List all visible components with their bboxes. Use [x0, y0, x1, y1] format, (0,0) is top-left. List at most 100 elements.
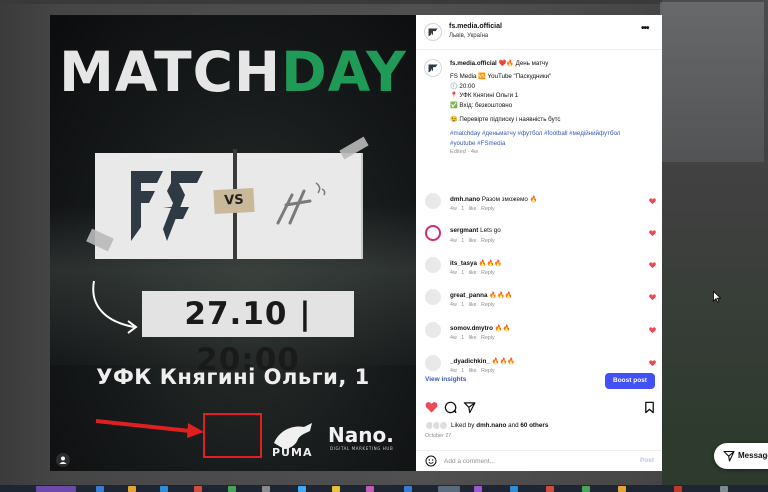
taskbar-app-icon[interactable] — [404, 486, 412, 492]
puma-wordmark: PUMA — [272, 446, 313, 459]
comment-avatar[interactable] — [425, 355, 441, 371]
taskbar-app-icon[interactable] — [674, 486, 682, 492]
comment-age: 4w — [450, 368, 457, 374]
comment-likes[interactable]: 1 like — [461, 335, 476, 341]
comment-avatar[interactable] — [425, 257, 441, 273]
share-icon[interactable] — [463, 401, 476, 414]
header-location[interactable]: Львів, Україна — [449, 33, 488, 39]
likes-prefix: Liked by — [451, 422, 475, 429]
messages-icon — [723, 450, 735, 462]
comment-input[interactable] — [444, 455, 624, 467]
comment-item: dmh.nano Разом зможемо 🔥 4w 1 like Reply — [416, 193, 662, 223]
post-header: fs.media.official Львів, Україна ••• — [416, 15, 662, 50]
taskbar-app-icon[interactable] — [582, 486, 590, 492]
taskbar-app-icon[interactable] — [720, 486, 728, 492]
likes-middle: and — [508, 422, 519, 429]
post-comment-button[interactable]: Post — [640, 457, 654, 464]
header-avatar[interactable] — [424, 23, 442, 41]
caption-edited: Edited · 4w — [450, 149, 478, 156]
caption-line: ✅ Вхід: безкоштовно — [450, 101, 513, 109]
likes-others[interactable]: 60 others — [520, 422, 548, 429]
comment-likes[interactable]: 1 like — [461, 302, 476, 308]
comment-avatar[interactable] — [425, 225, 441, 241]
caption-username[interactable]: fs.media.official — [450, 60, 497, 67]
comment-username[interactable]: dmh.nano — [450, 196, 480, 203]
comment-reply[interactable]: Reply — [481, 302, 495, 308]
date-banner: 27.10 | 20:00 — [142, 291, 354, 378]
comment-heart-icon[interactable] — [649, 360, 656, 367]
taskbar-app-icon[interactable] — [510, 486, 518, 492]
comment-username[interactable]: its_tasya — [450, 260, 477, 267]
view-insights-link[interactable]: View insights — [425, 376, 466, 383]
taskbar-app-icon[interactable] — [96, 486, 104, 492]
comment-username[interactable]: sergmant — [450, 227, 478, 234]
comment-age: 4w — [450, 206, 457, 212]
comment-heart-icon[interactable] — [649, 262, 656, 269]
comment-heart-icon[interactable] — [649, 198, 656, 205]
venue-text: УФК Княгині Ольги, 1 — [96, 365, 370, 389]
taskbar-app-icon[interactable] — [36, 486, 76, 492]
comment-item: great_panna 🔥🔥🔥 4w 1 like Reply — [416, 289, 662, 319]
comment-heart-icon[interactable] — [649, 327, 656, 334]
red-highlight-box — [203, 413, 262, 458]
comment-heart-icon[interactable] — [649, 294, 656, 301]
taskbar-app-icon[interactable] — [474, 486, 482, 492]
caption-line: 😉 Перевірте підписку і наявність бутс — [450, 116, 561, 124]
comment-icon[interactable] — [444, 401, 457, 414]
comment-reply[interactable]: Reply — [481, 238, 495, 244]
taskbar-app-icon[interactable] — [194, 486, 202, 492]
taskbar-app-icon[interactable] — [262, 486, 270, 492]
comment-age: 4w — [450, 335, 457, 341]
taskbar-app-icon[interactable] — [128, 486, 136, 492]
taskbar-app-icon[interactable] — [298, 486, 306, 492]
add-comment-bar: Post — [416, 450, 662, 471]
taskbar-app-icon[interactable] — [366, 486, 374, 492]
comment-avatar[interactable] — [425, 289, 441, 305]
comment-reply[interactable]: Reply — [481, 335, 495, 341]
comment-likes[interactable]: 1 like — [461, 206, 476, 212]
backdrop-top-strip — [0, 0, 768, 4]
comment-username[interactable]: somov.dmytro — [450, 325, 493, 332]
post-caption: fs.media.official ❤️🔥 День матчу FS Medi… — [450, 59, 655, 158]
likes-user[interactable]: dmh.nano — [476, 422, 506, 429]
comment-text: 🔥🔥🔥 — [491, 358, 516, 365]
comment-likes[interactable]: 1 like — [461, 238, 476, 244]
messages-button[interactable]: Messages — [714, 443, 768, 469]
post-detail-panel: fs.media.official Львів, Україна ••• fs.… — [416, 15, 662, 471]
comment-username[interactable]: great_panna — [450, 292, 487, 299]
taskbar-app-icon[interactable] — [618, 486, 626, 492]
hashtags[interactable]: #youtube #FSmedia — [450, 139, 655, 148]
opponent-logo-icon — [276, 182, 326, 225]
boost-post-button[interactable]: Boost post — [605, 373, 655, 389]
taskbar-app-icon[interactable] — [228, 486, 236, 492]
comment-avatar[interactable] — [425, 322, 441, 338]
comment-likes[interactable]: 1 like — [461, 270, 476, 276]
taskbar-app-icon[interactable] — [438, 486, 460, 492]
comments-scroll[interactable]: fs.media.official ❤️🔥 День матчу FS Medi… — [416, 51, 662, 397]
emoji-icon[interactable] — [425, 455, 437, 467]
save-bookmark-icon[interactable] — [643, 401, 656, 414]
comment-reply[interactable]: Reply — [481, 206, 495, 212]
caption-avatar[interactable] — [424, 59, 442, 77]
user-tag-icon[interactable] — [56, 453, 70, 467]
taskbar-app-icon[interactable] — [546, 486, 554, 492]
nano-logo: Nano. — [328, 423, 394, 447]
comment-likes[interactable]: 1 like — [461, 368, 476, 374]
post-date: October 27 — [425, 433, 452, 439]
comment-item: its_tasya 🔥🔥🔥 4w 1 like Reply — [416, 257, 662, 287]
comment-heart-icon[interactable] — [649, 230, 656, 237]
comment-reply[interactable]: Reply — [481, 270, 495, 276]
more-options-icon[interactable]: ••• — [641, 24, 653, 34]
comment-age: 4w — [450, 270, 457, 276]
comment-username[interactable]: _dyadichkin_ — [450, 358, 490, 365]
header-username[interactable]: fs.media.official — [449, 23, 502, 30]
curved-arrow-icon — [92, 280, 138, 334]
comment-avatar[interactable] — [425, 193, 441, 209]
hashtags[interactable]: #matchday #деньматчу #футбол #football #… — [450, 129, 655, 138]
comment-reply[interactable]: Reply — [481, 368, 495, 374]
taskbar-app-icon[interactable] — [160, 486, 168, 492]
like-heart-icon[interactable] — [425, 401, 438, 414]
taskbar-app-icon[interactable] — [332, 486, 340, 492]
poster-title-day: DAY — [281, 40, 407, 104]
caption-line: 🕗 20:00 — [450, 82, 475, 90]
